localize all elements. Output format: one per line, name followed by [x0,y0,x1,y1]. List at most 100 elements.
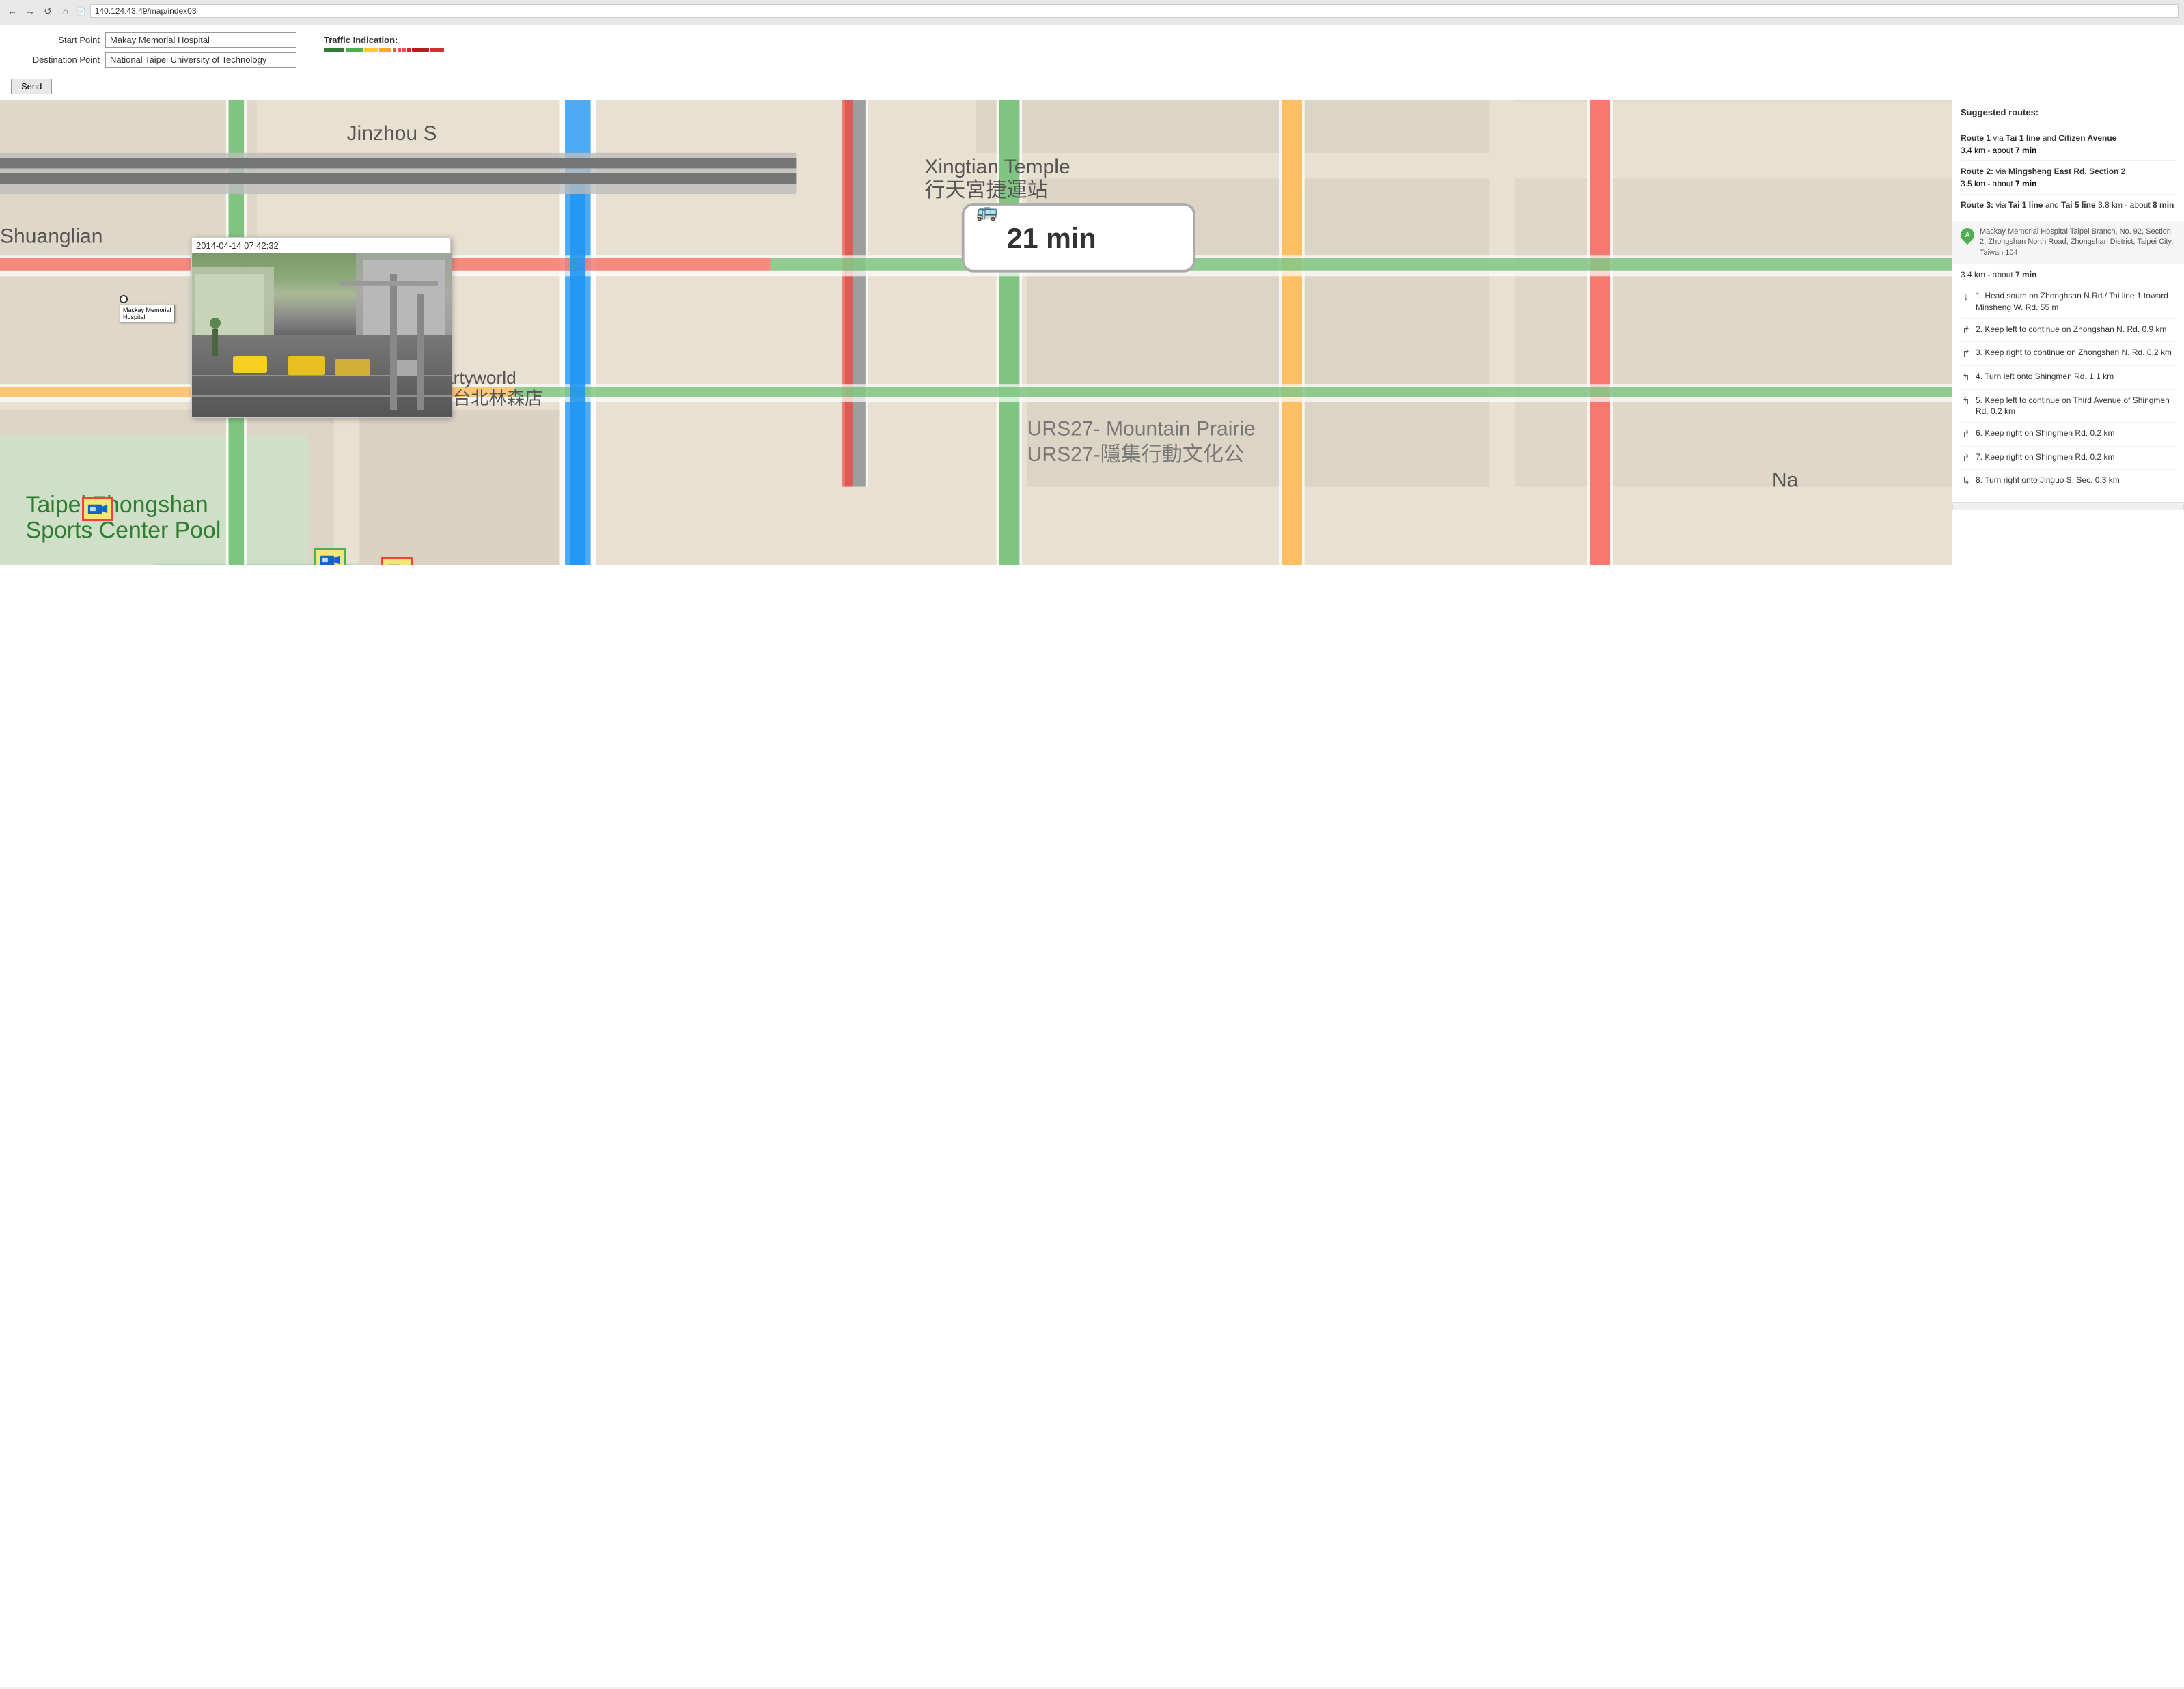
direction-item-1: ↓ 1. Head south on Zhonghsan N.Rd./ Tai … [1961,285,2176,319]
marker-a: A [1958,225,1977,245]
direction-text-6: 6. Keep right on Shingmen Rd. 0.2 km [1976,428,2114,439]
direction-icon-2: ↱ [1961,324,1972,337]
route-option-1[interactable]: Route 1 via Tai 1 line and Citizen Avenu… [1961,128,2176,161]
direction-text-1: 1. Head south on Zhonghsan N.Rd./ Tai li… [1976,290,2176,313]
route-panel-header: Suggested routes: [1952,100,2184,122]
send-button[interactable]: Send [11,79,52,94]
direction-text-8: 8. Turn right onto Jinguo S. Sec. 0.3 km [1976,475,2120,486]
route-3-label: Route 3: [1961,200,1993,210]
camera-icon-1 [87,501,109,516]
traffic-seg-2 [346,48,363,52]
traffic-bar [324,48,444,52]
route-1-text: Route 1 via Tai 1 line and Citizen Avenu… [1961,132,2176,144]
route-option-2[interactable]: Route 2: via Mingsheng East Rd. Section … [1961,161,2176,195]
traffic-seg-5 [393,48,396,52]
form-area: Start Point Destination Point Traffic In… [0,25,2184,76]
start-address-box: A Mackay Memorial Hospital Taipei Branch… [1952,221,2184,264]
page-icon: 📄 [77,7,86,16]
svg-text:Sports Center Pool: Sports Center Pool [26,518,221,544]
svg-text:21 min: 21 min [1007,223,1096,254]
camera-icon-2 [319,553,341,565]
svg-text:Xingtian Temple: Xingtian Temple [924,156,1070,178]
start-point-row: Start Point [11,32,296,48]
direction-icon-4: ↰ [1961,371,1972,385]
svg-text:Jinzhou St.: Jinzhou St. [1104,100,1206,101]
route-3-distance: 3.8 km [2098,200,2123,210]
direction-item-6: ↱ 6. Keep right on Shingmen Rd. 0.2 km [1961,423,2176,447]
horizontal-scrollbar[interactable] [1952,502,2184,510]
route-1-time: 7 min [2015,145,2036,155]
route-2-label: Route 2: [1961,167,1993,176]
panel-footer [1952,499,2184,512]
start-point-input[interactable] [105,32,296,48]
route-options: Route 1 via Tai 1 line and Citizen Avenu… [1952,122,2184,221]
back-button[interactable]: ← [5,4,19,18]
camera-box-2[interactable] [314,548,346,565]
traffic-area: Traffic Indication: [324,32,444,52]
direction-icon-5: ↰ [1961,395,1972,408]
direction-item-7: ↱ 7. Keep right on Shingmen Rd. 0.2 km [1961,447,2176,471]
video-frame [192,253,452,417]
direction-item-3: ↱ 3. Keep right to continue on Zhongshan… [1961,342,2176,366]
svg-text:URS27- Mountain Prairie: URS27- Mountain Prairie [1027,417,1256,440]
reload-button[interactable]: ↺ [41,4,55,18]
route-1-via: Tai 1 line [2006,133,2040,143]
svg-text:行天宮捷運站: 行天宮捷運站 [924,179,1047,201]
route-3-and: Tai 5 line [2061,200,2095,210]
route-1-and: Citizen Avenue [2058,133,2116,143]
direction-text-7: 7. Keep right on Shingmen Rd. 0.2 km [1976,451,2114,463]
traffic-label: Traffic Indication: [324,35,444,45]
direction-text-4: 4. Turn left onto Shingmen Rd. 1.1 km [1976,371,2114,382]
marker-a-letter: A [1965,232,1969,239]
form-fields: Start Point Destination Point [11,32,296,72]
route-panel[interactable]: Suggested routes: Route 1 via Tai 1 line… [1952,100,2184,565]
destination-label: Destination Point [11,55,100,65]
direction-item-8: ↳ 8. Turn right onto Jinguo S. Sec. 0.3 … [1961,470,2176,493]
traffic-seg-4 [379,48,391,52]
send-area: Send [0,76,2184,100]
camera-box-1[interactable] [82,497,113,521]
route-1-distance: 3.4 km [1961,145,1985,155]
browser-chrome: ← → ↺ ⌂ 📄 [0,0,2184,25]
svg-text:🚌: 🚌 [976,201,999,221]
route-2-via: Mingsheng East Rd. Section 2 [2008,167,2125,176]
route-option-3[interactable]: Route 3: via Tai 1 line and Tai 5 line 3… [1961,195,2176,215]
distance-summary-text: 3.4 km - about 7 min [1961,270,2036,279]
route-2-text: Route 2: via Mingsheng East Rd. Section … [1961,165,2176,178]
start-marker: Mackay MemorialHospital [120,295,175,322]
distance-summary: 3.4 km - about 7 min [1952,264,2184,285]
map-area[interactable]: Minquan West Road Minsheng Civic Blvd Zh… [0,100,1952,565]
route-2-distance: 3.5 km [1961,179,1985,189]
route-1-label: Route 1 [1961,133,1991,143]
address-bar[interactable] [90,4,2179,18]
traffic-seg-6 [398,48,401,52]
direction-text-2: 2. Keep left to continue on Zhongshan N.… [1976,324,2167,335]
route-3-via: Tai 1 line [2008,200,2043,210]
app-container: Start Point Destination Point Traffic In… [0,25,2184,1687]
home-button[interactable]: ⌂ [59,4,72,18]
direction-item-2: ↱ 2. Keep left to continue on Zhongshan … [1961,319,2176,343]
browser-nav: ← → ↺ ⌂ 📄 [5,4,2179,18]
route-3-text: Route 3: via Tai 1 line and Tai 5 line 3… [1961,199,2176,211]
traffic-seg-8 [407,48,411,52]
direction-icon-6: ↱ [1961,428,1972,441]
direction-icon-3: ↱ [1961,347,1972,361]
route-2-time: 7 min [2015,179,2036,189]
svg-text:Jinzhou S: Jinzhou S [346,122,437,145]
direction-icon-1: ↓ [1961,290,1972,304]
direction-text-5: 5. Keep left to continue on Third Avenue… [1976,395,2176,418]
svg-text:Taipei Zhongshan: Taipei Zhongshan [26,492,208,518]
direction-icon-8: ↳ [1961,475,1972,488]
camera-icon-3 [386,561,408,565]
main-content: Minquan West Road Minsheng Civic Blvd Zh… [0,100,2184,565]
direction-item-5: ↰ 5. Keep left to continue on Third Aven… [1961,390,2176,423]
route-3-time: 8 min [2153,200,2174,210]
traffic-seg-7 [402,48,406,52]
forward-button[interactable]: → [23,4,37,18]
camera-box-3[interactable] [381,557,413,565]
direction-item-4: ↰ 4. Turn left onto Shingmen Rd. 1.1 km [1961,366,2176,390]
traffic-seg-10 [430,48,444,52]
start-point-label: Start Point [11,35,100,45]
destination-input[interactable] [105,52,296,68]
route-2-details: 3.5 km - about 7 min [1961,178,2176,190]
